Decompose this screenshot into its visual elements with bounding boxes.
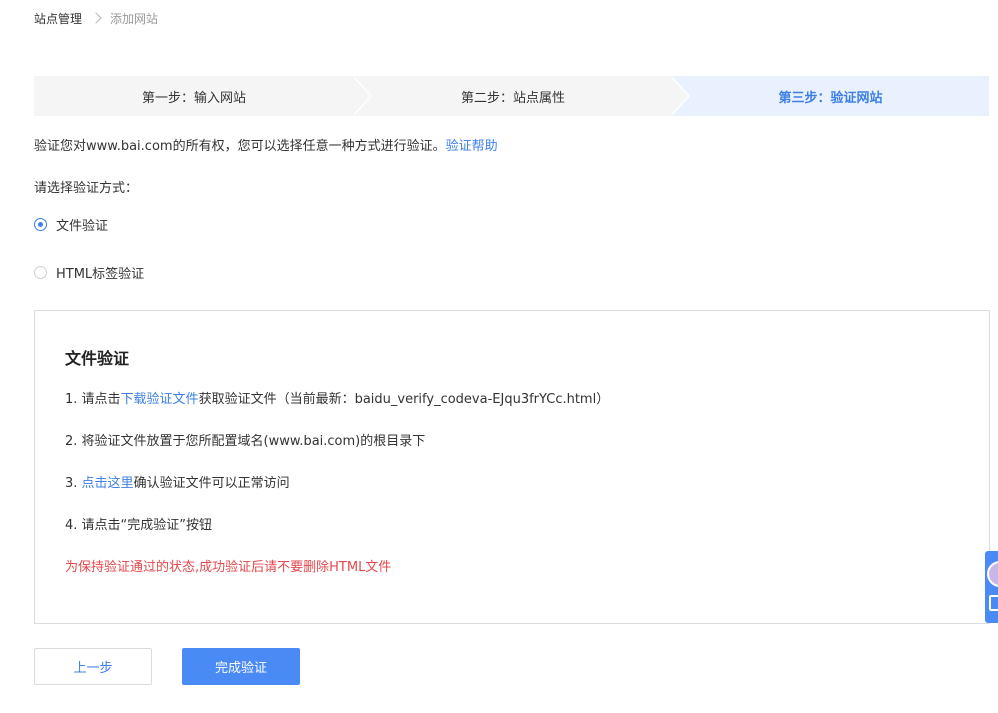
breadcrumb-root[interactable]: 站点管理 [34,10,82,27]
step-3-label: 第三步：验证网站 [778,90,883,106]
instruction-step-3: 3. 点击这里确认验证文件可以正常访问 [65,472,290,491]
breadcrumb-current: 添加网站 [110,11,159,26]
step3-prefix: 3. [65,476,82,491]
step-3: 第三步：验证网站 [672,76,989,116]
chevron-right-icon [90,12,102,24]
click-here-link[interactable]: 点击这里 [82,476,134,491]
verify-help-link[interactable]: 验证帮助 [446,139,498,154]
page: 站点管理 添加网站 第一步：输入网站 第二步：站点属性 第三步：验证网站 验证您… [0,0,998,713]
method-html-tag-option[interactable]: HTML标签验证 [34,263,144,282]
radio-unselected-icon[interactable] [34,266,47,279]
feedback-icon[interactable] [989,595,998,611]
method-html-tag-label: HTML标签验证 [56,267,145,282]
step-2-label: 第二步：站点属性 [460,90,565,106]
step1-prefix: 1. 请点击 [65,392,121,407]
breadcrumb: 站点管理 添加网站 [34,9,158,27]
step-progress: 第一步：输入网站 第二步：站点属性 第三步：验证网站 [34,76,989,116]
instruction-step-1: 1. 请点击下载验证文件获取验证文件（当前最新：baidu_verify_cod… [65,388,609,407]
complete-verify-button[interactable]: 完成验证 [182,648,300,685]
file-verify-panel: 文件验证 1. 请点击下载验证文件获取验证文件（当前最新：baidu_verif… [34,310,990,624]
step-2: 第二步：站点属性 [354,76,672,116]
warning-text: 为保持验证通过的状态,成功验证后请不要删除HTML文件 [65,560,392,575]
side-float-widget[interactable] [985,551,998,623]
radio-selected-icon[interactable] [34,218,47,231]
instruction-step-4: 4. 请点击“完成验证”按钮 [65,518,213,533]
assistant-avatar-icon[interactable] [987,561,998,587]
method-file-option[interactable]: 文件验证 [34,215,108,234]
intro-text: 验证您对www.bai.com的所有权，您可以选择任意一种方式进行验证。验证帮助 [34,135,498,154]
step-1: 第一步：输入网站 [34,76,354,116]
step-1-label: 第一步：输入网站 [141,90,246,106]
download-verify-file-link[interactable]: 下载验证文件 [121,392,199,407]
choose-method-label: 请选择验证方式： [34,181,139,196]
instruction-step-2: 2. 将验证文件放置于您所配置域名(www.bai.com)的根目录下 [65,434,426,449]
step-arrow-1 [352,76,370,116]
step3-suffix: 确认验证文件可以正常访问 [133,476,290,491]
prev-step-button[interactable]: 上一步 [34,648,152,685]
intro-message: 验证您对www.bai.com的所有权，您可以选择任意一种方式进行验证。 [34,139,446,154]
step1-suffix: 获取验证文件（当前最新：baidu_verify_codeva-EJqu3frY… [198,392,610,407]
method-file-label: 文件验证 [56,219,109,234]
step-arrow-2 [670,76,688,116]
panel-title: 文件验证 [65,349,130,368]
